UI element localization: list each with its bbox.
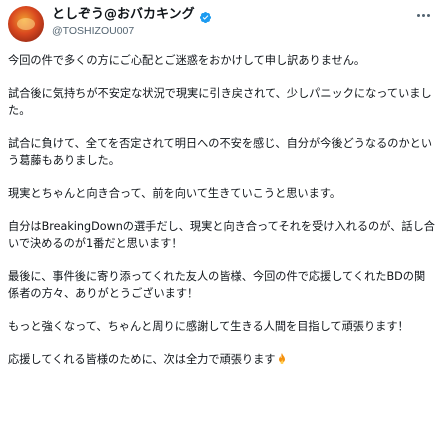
post-body: 今回の件で多くの方にご心配とご迷惑をおかけして申し訳ありません。 試合後に気持ち… bbox=[8, 52, 436, 368]
fire-icon bbox=[277, 353, 287, 365]
author-handle[interactable]: @TOSHIZOU007 bbox=[52, 24, 134, 38]
author-display-name[interactable]: としぞう@おバカキング bbox=[52, 6, 195, 24]
verified-badge-icon bbox=[199, 9, 212, 23]
post-paragraph-6: 最後に、事件後に寄り添ってくれた友人の皆様、今回の件で応援してくれたBDの関係者… bbox=[8, 270, 426, 300]
post-paragraph-8-text: 応援してくれる皆様のために、次は全力で頑張ります bbox=[8, 353, 276, 366]
more-horizontal-icon[interactable] bbox=[414, 8, 432, 22]
author-name-row: としぞう@おバカキング bbox=[52, 6, 212, 24]
post-paragraph-8: 応援してくれる皆様のために、次は全力で頑張ります bbox=[8, 351, 436, 368]
post-paragraph-1: 今回の件で多くの方にご心配とご迷惑をおかけして申し訳ありません。 bbox=[8, 54, 366, 67]
post-paragraph-4: 現実とちゃんと向き合って、前を向いて生きていこうと思います。 bbox=[8, 187, 342, 200]
post-paragraph-5: 自分はBreakingDownの選手だし、現実と向き合ってそれを受け入れるのが、… bbox=[8, 220, 435, 250]
tweet-post: としぞう@おバカキング @TOSHIZOU007 今回の件で多くの方にご心配とご… bbox=[0, 0, 448, 433]
post-header: としぞう@おバカキング @TOSHIZOU007 bbox=[8, 6, 438, 42]
avatar[interactable] bbox=[8, 6, 44, 42]
post-paragraph-7: もっと強くなって、ちゃんと周りに感謝して生きる人間を目指して頑張ります！ bbox=[8, 320, 409, 333]
post-paragraph-2: 試合後に気持ちが不安定な状況で現実に引き戻されて、少しパニックになっていました。 bbox=[8, 87, 432, 117]
post-paragraph-3: 試合に負けて、全てを否定されて明日への不安を感じ、自分が今後どうなるのかという葛… bbox=[8, 137, 433, 167]
